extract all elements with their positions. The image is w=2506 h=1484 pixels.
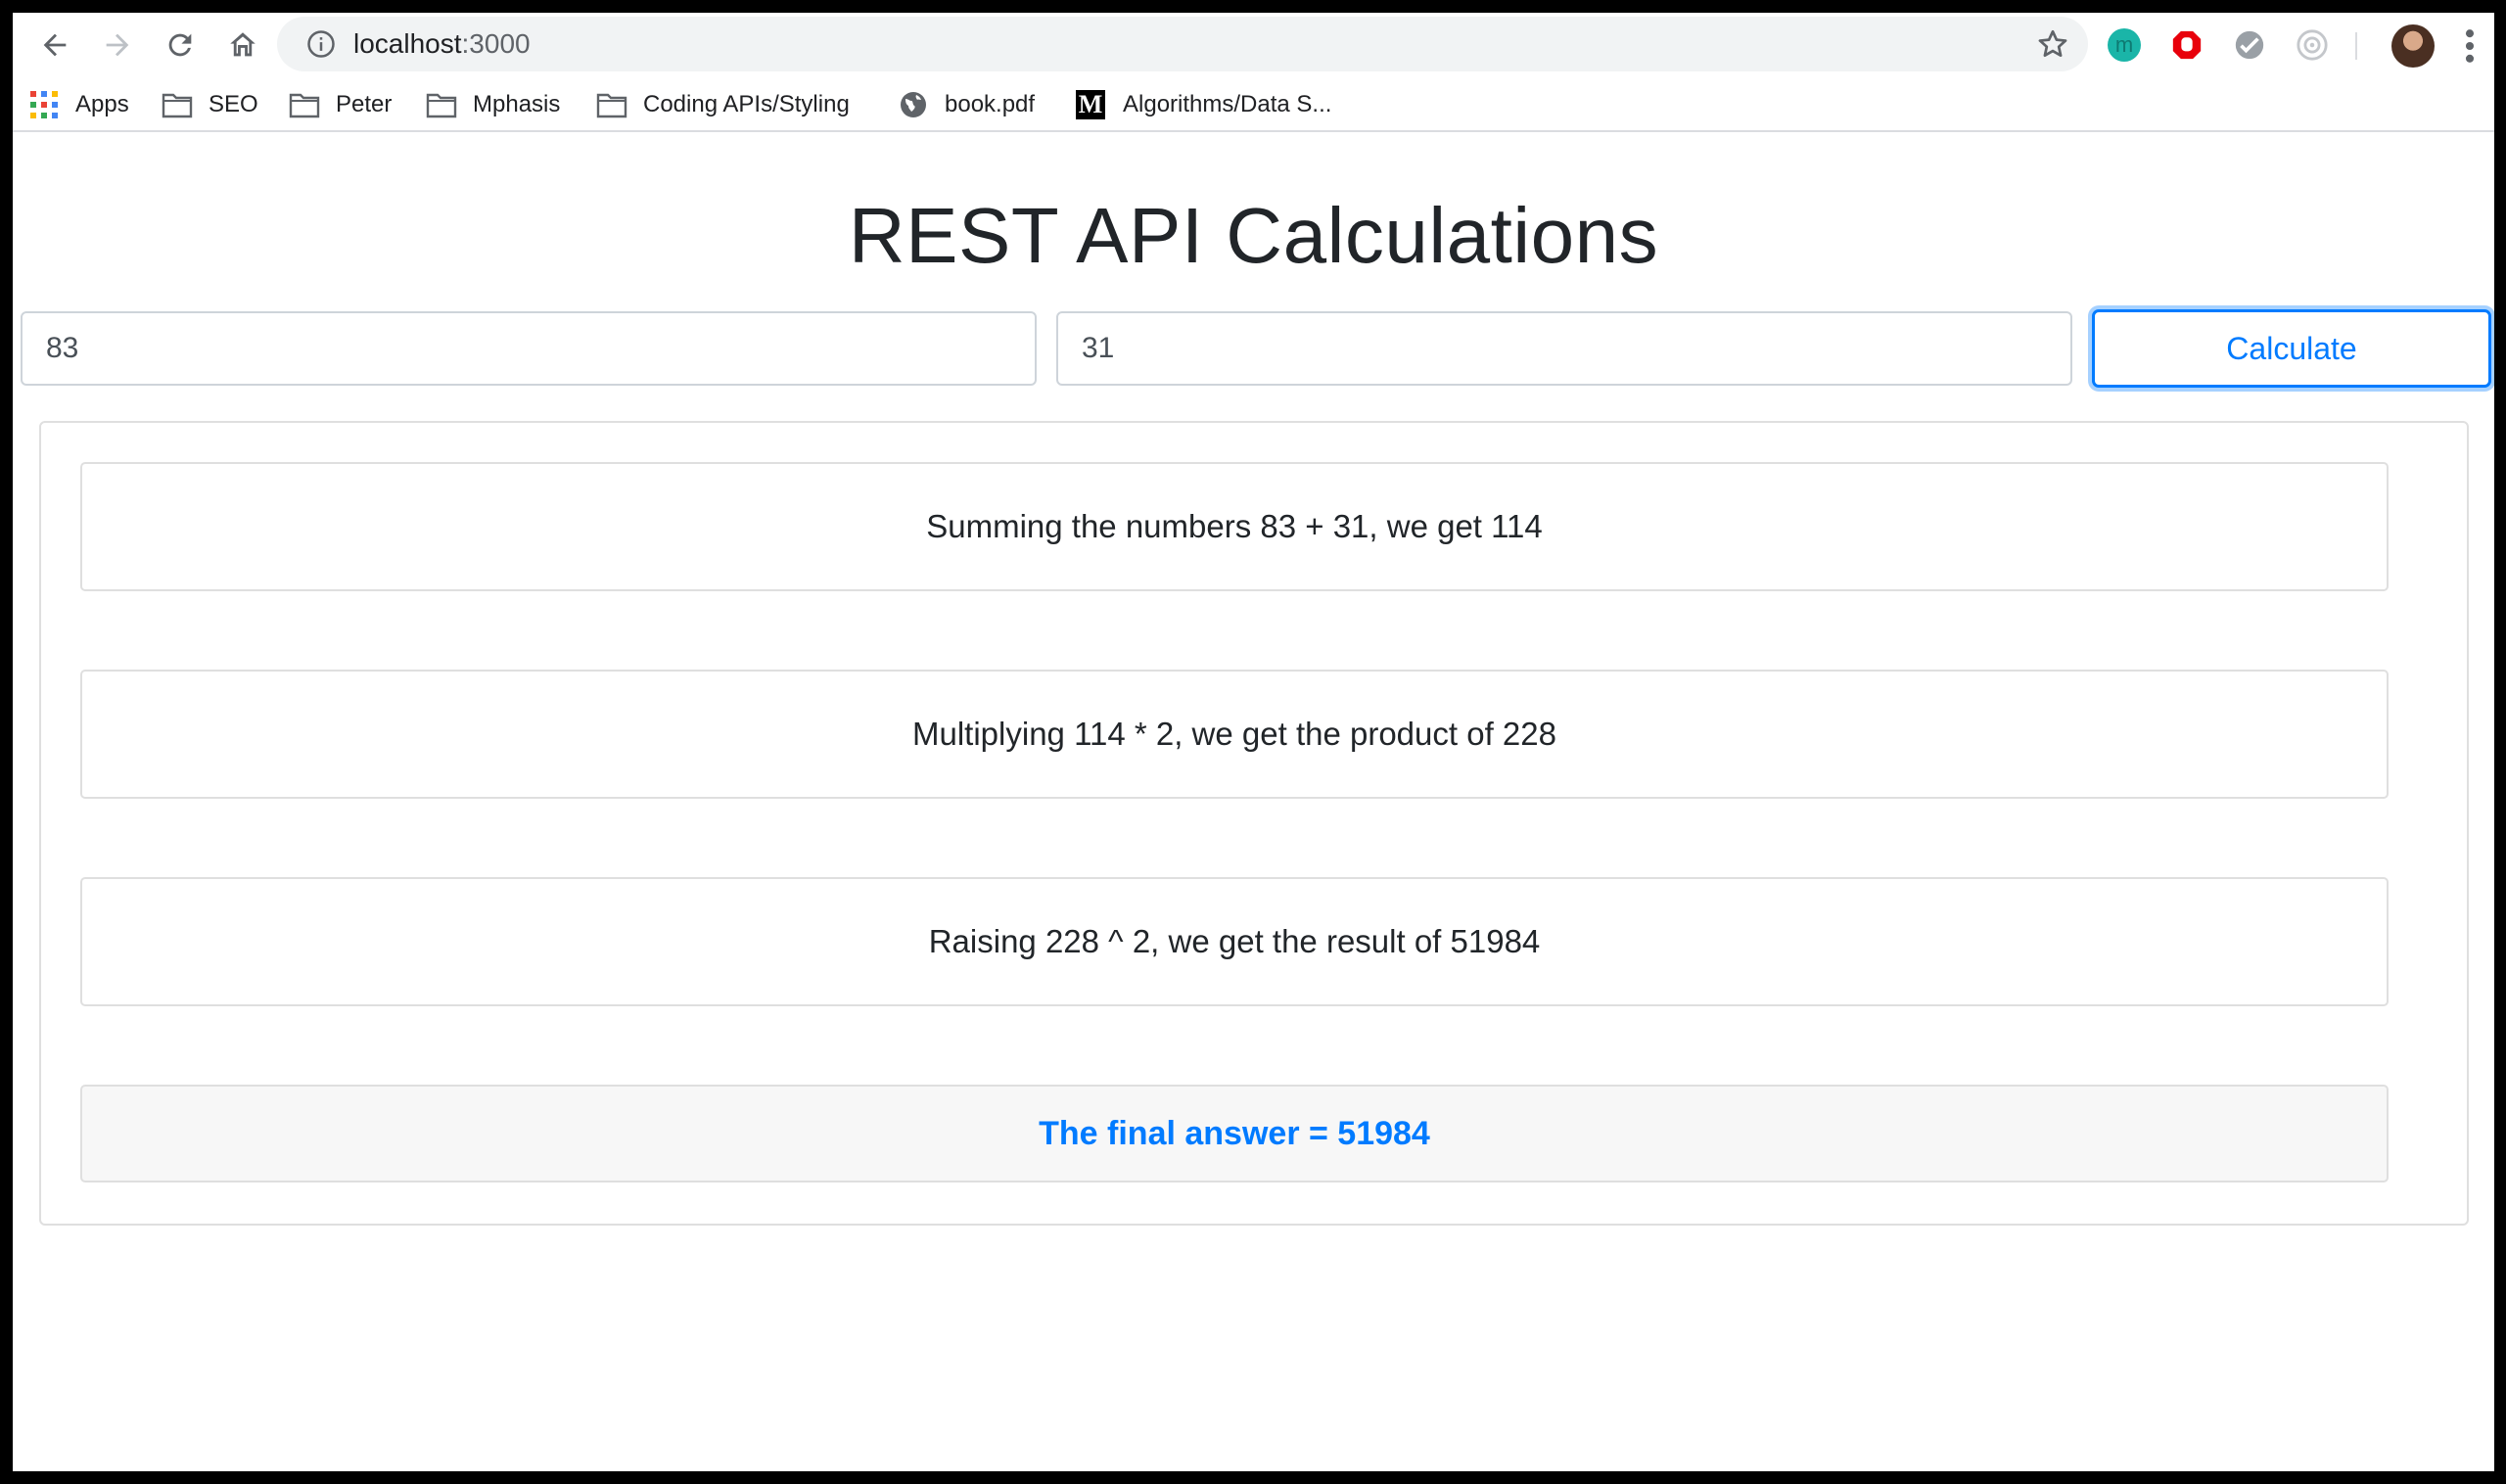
folder-icon xyxy=(596,93,627,118)
folder-icon xyxy=(426,93,457,118)
browser-window: localhost:3000 m Apps SEO Peter Mphasis … xyxy=(13,13,2494,1471)
bookmark-coding-apis[interactable]: Coding APIs/Styling xyxy=(596,77,850,132)
bookmark-label: Algorithms/Data S... xyxy=(1123,91,1332,117)
more-vert-icon[interactable] xyxy=(2460,24,2480,68)
results-card: Summing the numbers 83 + 31, we get 114 … xyxy=(39,421,2469,1226)
product-result: Multiplying 114 * 2, we get the product … xyxy=(80,670,2389,799)
medium-logo-icon: M xyxy=(1076,90,1105,119)
browser-toolbar: localhost:3000 m xyxy=(13,13,2494,77)
bookmark-label: Apps xyxy=(75,91,129,117)
profile-avatar[interactable] xyxy=(2391,24,2435,68)
folder-icon xyxy=(162,93,193,118)
bookmark-star-icon[interactable] xyxy=(2035,26,2070,62)
bookmark-algorithms[interactable]: M Algorithms/Data S... xyxy=(1076,77,1331,132)
bookmark-label: Mphasis xyxy=(473,91,561,117)
page-title: REST API Calculations xyxy=(848,192,1659,279)
forward-arrow-icon xyxy=(106,33,129,57)
bookmark-label: SEO xyxy=(209,91,258,117)
bookmark-label: Peter xyxy=(336,91,393,117)
reload-icon xyxy=(168,33,192,57)
bookmark-peter[interactable]: Peter xyxy=(289,77,392,132)
back-arrow-icon xyxy=(43,33,67,57)
bookmarks-bar: Apps SEO Peter Mphasis Coding APIs/Styli… xyxy=(13,77,2494,132)
sum-result: Summing the numbers 83 + 31, we get 114 xyxy=(80,462,2389,591)
target-extension-icon[interactable] xyxy=(2296,28,2329,62)
calculate-button[interactable]: Calculate xyxy=(2092,309,2491,388)
bookmark-book-pdf[interactable]: book.pdf xyxy=(898,77,1035,132)
reload-button[interactable] xyxy=(158,23,203,68)
url-host: localhost xyxy=(353,28,462,59)
bookmark-seo[interactable]: SEO xyxy=(162,77,258,132)
m-extension-icon[interactable]: m xyxy=(2108,28,2141,62)
globe-icon xyxy=(901,92,926,117)
url-text[interactable]: localhost:3000 xyxy=(353,17,531,71)
toolbar-separator xyxy=(2355,32,2357,60)
first-number-input[interactable] xyxy=(21,311,1037,386)
final-answer: The final answer = 51984 xyxy=(80,1085,2389,1183)
bookmark-mphasis[interactable]: Mphasis xyxy=(426,77,560,132)
second-number-input[interactable] xyxy=(1056,311,2072,386)
address-bar[interactable]: localhost:3000 xyxy=(277,17,2088,71)
page-content: REST API Calculations Calculate Summing … xyxy=(13,134,2494,1471)
power-result: Raising 228 ^ 2, we get the result of 51… xyxy=(80,877,2389,1006)
bookmark-label: book.pdf xyxy=(945,91,1036,117)
back-button[interactable] xyxy=(32,23,77,68)
home-button[interactable] xyxy=(220,23,265,68)
stop-extension-icon[interactable] xyxy=(2170,28,2204,62)
apps-grid-icon xyxy=(30,91,58,118)
bookmark-label: Coding APIs/Styling xyxy=(643,91,850,117)
url-port: :3000 xyxy=(461,28,531,59)
home-icon xyxy=(230,32,255,57)
check-extension-icon[interactable] xyxy=(2233,28,2266,62)
forward-button[interactable] xyxy=(95,23,140,68)
site-info-icon[interactable] xyxy=(306,29,336,59)
folder-icon xyxy=(289,93,320,118)
bookmark-apps[interactable]: Apps xyxy=(30,77,129,132)
